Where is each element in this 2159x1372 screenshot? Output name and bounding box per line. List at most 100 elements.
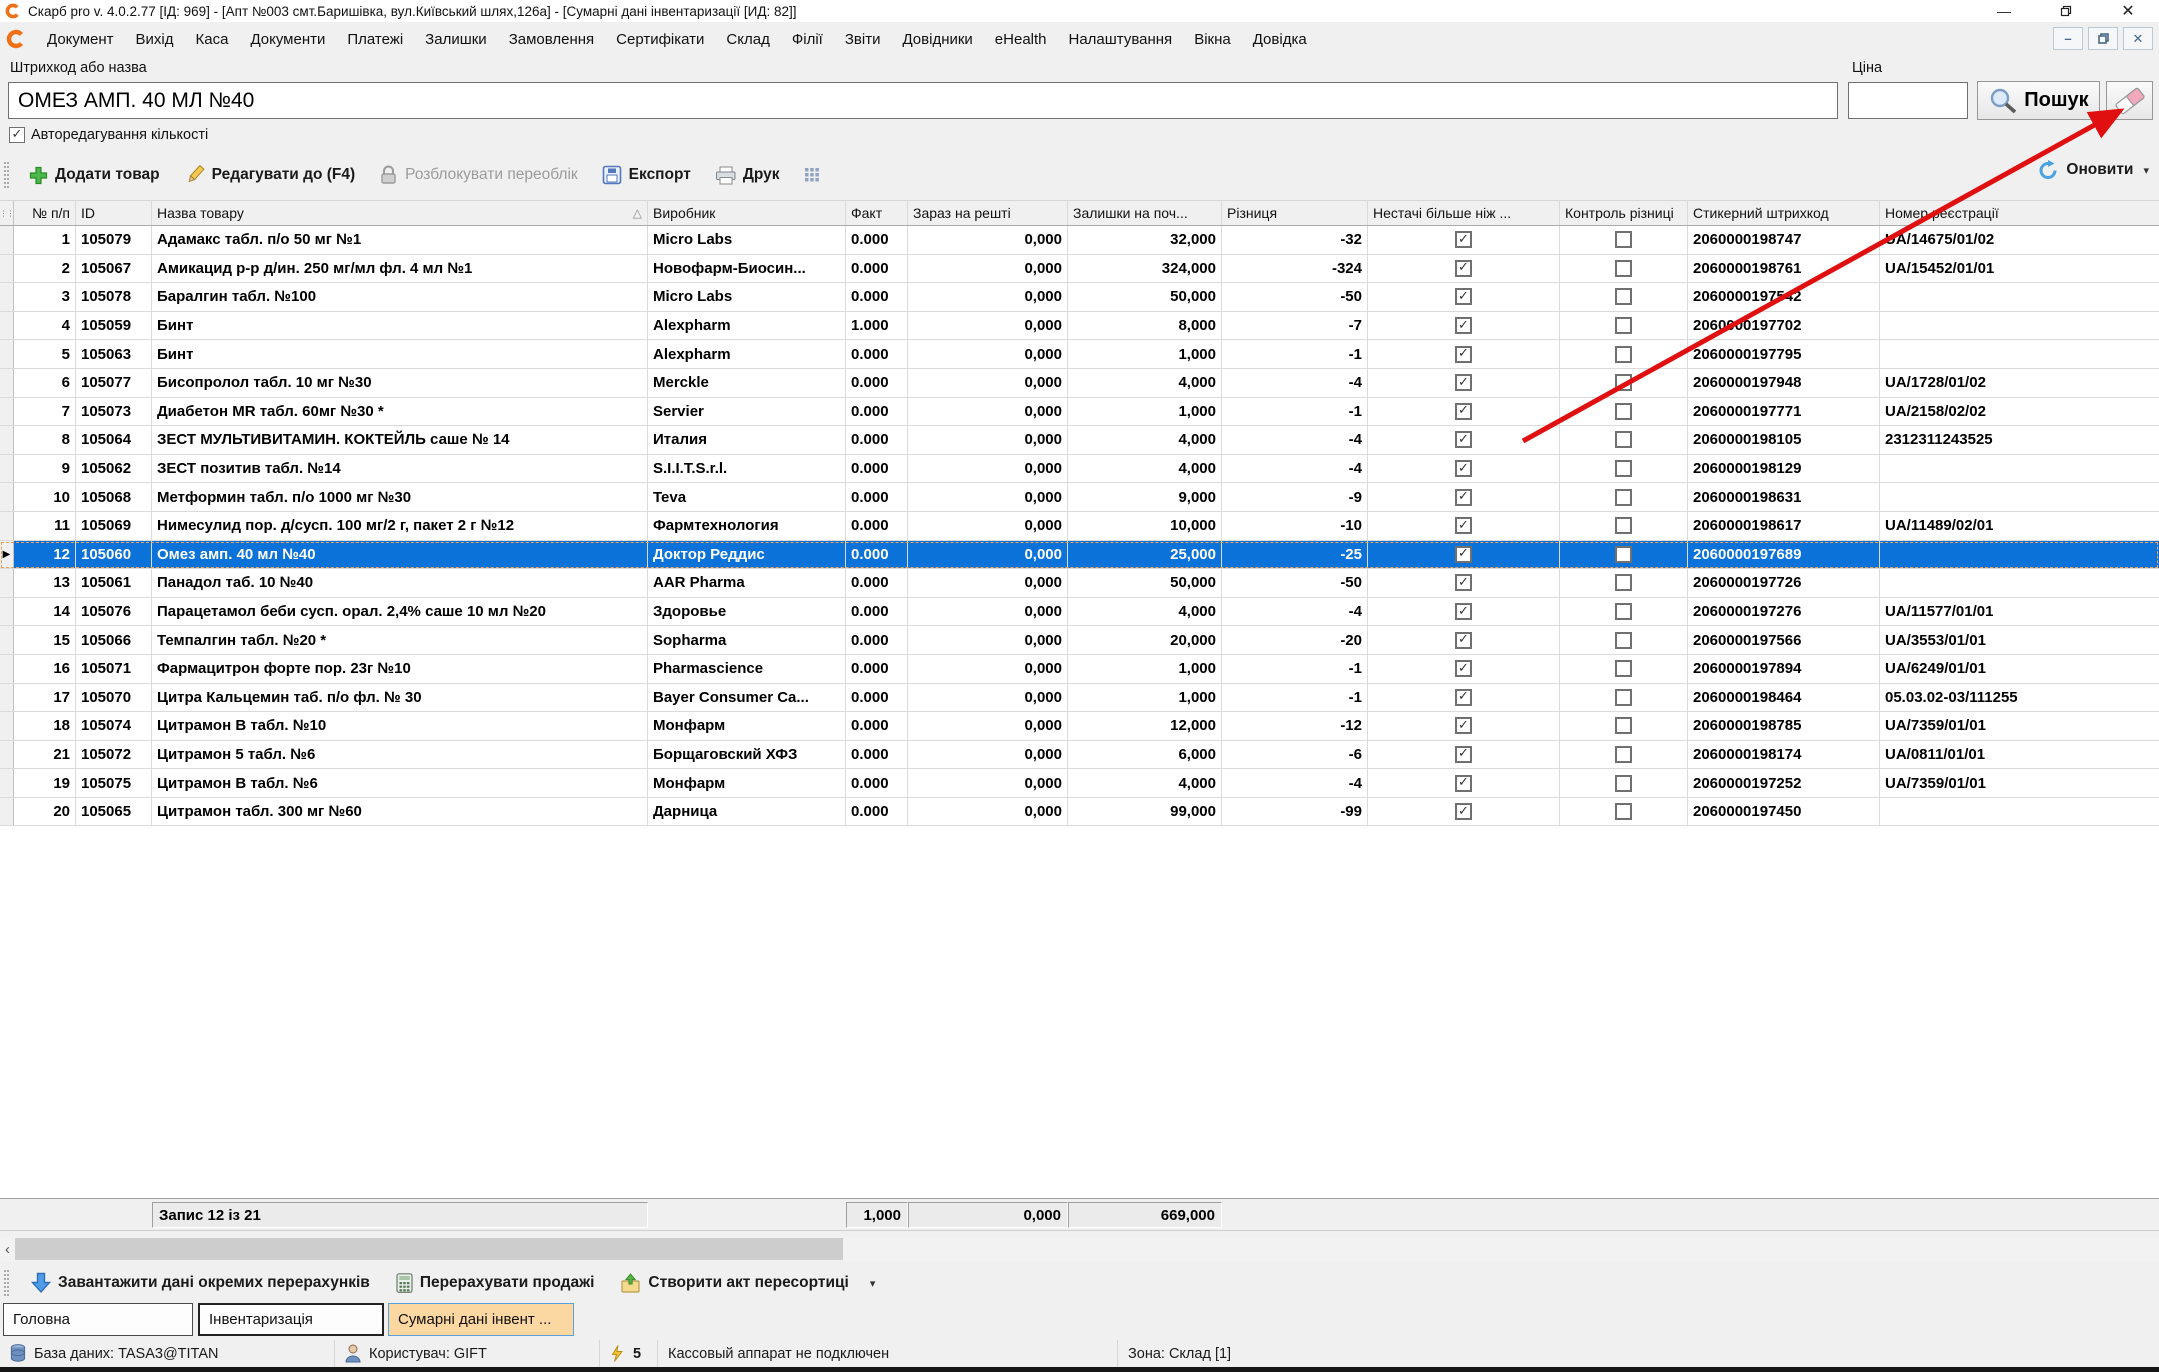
load-recounts-button[interactable]: Завантажити дані окремих перерахунків — [23, 1267, 378, 1299]
print-button[interactable]: Друк — [707, 161, 788, 190]
shortage-checkbox[interactable] — [1455, 431, 1472, 448]
mdi-close-icon[interactable]: ✕ — [2123, 27, 2153, 50]
table-row[interactable]: 18105074Цитрамон В табл. №10Монфарм0.000… — [0, 712, 2159, 741]
scrollbar-thumb[interactable] — [15, 1238, 843, 1260]
control-checkbox[interactable] — [1615, 517, 1632, 534]
control-checkbox[interactable] — [1615, 403, 1632, 420]
menu-item[interactable]: Залишки — [414, 27, 498, 52]
col-header-id[interactable]: ID — [76, 201, 152, 225]
table-row[interactable]: 13105061Панадол таб. 10 №40AAR Pharma0.0… — [0, 569, 2159, 598]
table-row[interactable]: 17105070Цитра Кальцемин таб. п/о фл. № 3… — [0, 684, 2159, 713]
scroll-left-icon[interactable]: ‹ — [0, 1237, 15, 1261]
checkbox-icon[interactable] — [9, 127, 25, 143]
shortage-checkbox[interactable] — [1455, 746, 1472, 763]
control-checkbox[interactable] — [1615, 689, 1632, 706]
refresh-button[interactable]: Оновити ▾ — [2037, 160, 2149, 180]
col-header-sticker[interactable]: Стикерний штрихкод — [1688, 201, 1880, 225]
menu-item[interactable]: Звіти — [834, 27, 892, 52]
col-header-shortage[interactable]: Нестачі більше ніж ... — [1368, 201, 1560, 225]
minimize-icon[interactable]: — — [1973, 0, 2035, 22]
auto-edit-checkbox[interactable]: Авторедагування кількості — [9, 127, 208, 143]
price-input[interactable] — [1848, 82, 1968, 119]
control-checkbox[interactable] — [1615, 717, 1632, 734]
control-checkbox[interactable] — [1615, 746, 1632, 763]
shortage-checkbox[interactable] — [1455, 603, 1472, 620]
control-checkbox[interactable] — [1615, 803, 1632, 820]
shortage-checkbox[interactable] — [1455, 517, 1472, 534]
table-row[interactable]: 10105068Метформин табл. п/о 1000 мг №30T… — [0, 483, 2159, 512]
table-row[interactable]: 7105073Диабетон MR табл. 60мг №30 *Servi… — [0, 398, 2159, 427]
control-checkbox[interactable] — [1615, 574, 1632, 591]
col-header-num[interactable]: № п/п — [14, 201, 76, 225]
table-row[interactable]: 5105063БинтAlexpharm0.0000,0001,000-1206… — [0, 340, 2159, 369]
menu-item[interactable]: eHealth — [984, 27, 1058, 52]
col-header-manufacturer[interactable]: Виробник — [648, 201, 846, 225]
create-resort-act-button[interactable]: Створити акт пересортиці — [612, 1268, 856, 1299]
edit-button[interactable]: Редагувати до (F4) — [176, 160, 364, 190]
control-checkbox[interactable] — [1615, 546, 1632, 563]
control-checkbox[interactable] — [1615, 288, 1632, 305]
table-row[interactable]: 20105065Цитрамон табл. 300 мг №60Дарница… — [0, 798, 2159, 827]
table-row[interactable]: 8105064ЗЕСТ МУЛЬТИВИТАМИН. КОКТЕЙЛЬ саше… — [0, 426, 2159, 455]
control-checkbox[interactable] — [1615, 460, 1632, 477]
table-row[interactable]: ▶12105060Омез амп. 40 мл №40Доктор Редди… — [0, 541, 2159, 570]
toolbar-grip[interactable] — [4, 162, 9, 188]
shortage-checkbox[interactable] — [1455, 660, 1472, 677]
control-checkbox[interactable] — [1615, 775, 1632, 792]
control-checkbox[interactable] — [1615, 489, 1632, 506]
mdi-restore-icon[interactable] — [2088, 27, 2118, 50]
menu-item[interactable]: Платежі — [336, 27, 414, 52]
export-button[interactable]: Експорт — [594, 160, 699, 190]
recalc-sales-button[interactable]: Перерахувати продажі — [388, 1268, 603, 1298]
shortage-checkbox[interactable] — [1455, 460, 1472, 477]
menu-item[interactable]: Довідники — [891, 27, 983, 52]
shortage-checkbox[interactable] — [1455, 717, 1472, 734]
table-row[interactable]: 21105072Цитрамон 5 табл. №6Борщаговский … — [0, 741, 2159, 770]
clear-search-button[interactable] — [2106, 81, 2153, 120]
menu-item[interactable]: Філії — [781, 27, 834, 52]
menu-item[interactable]: Каса — [185, 27, 240, 52]
table-row[interactable]: 2105067Амикацид р-р д/ин. 250 мг/мл фл. … — [0, 255, 2159, 284]
control-checkbox[interactable] — [1615, 346, 1632, 363]
search-button[interactable]: Пошук — [1977, 81, 2100, 120]
col-header-name[interactable]: Назва товару △ — [152, 201, 648, 225]
shortage-checkbox[interactable] — [1455, 346, 1472, 363]
refresh-dropdown-icon[interactable]: ▾ — [2143, 164, 2149, 177]
table-row[interactable]: 3105078Баралгин табл. №100Micro Labs0.00… — [0, 283, 2159, 312]
shortage-checkbox[interactable] — [1455, 317, 1472, 334]
shortage-checkbox[interactable] — [1455, 775, 1472, 792]
bottom-toolbar-grip[interactable] — [4, 1270, 9, 1296]
menu-item[interactable]: Документ — [36, 27, 125, 52]
col-header-start[interactable]: Залишки на поч... — [1068, 201, 1222, 225]
table-row[interactable]: 6105077Бисопролол табл. 10 мг №30Merckle… — [0, 369, 2159, 398]
control-checkbox[interactable] — [1615, 660, 1632, 677]
shortage-checkbox[interactable] — [1455, 489, 1472, 506]
col-header-control[interactable]: Контроль різниці — [1560, 201, 1688, 225]
columns-button[interactable] — [796, 162, 828, 189]
shortage-checkbox[interactable] — [1455, 803, 1472, 820]
mdi-minimize-icon[interactable]: – — [2053, 27, 2083, 50]
table-row[interactable]: 11105069Нимесулид пор. д/сусп. 100 мг/2 … — [0, 512, 2159, 541]
control-checkbox[interactable] — [1615, 231, 1632, 248]
col-header-registration[interactable]: Номер реєстрації — [1880, 201, 2159, 225]
act-dropdown-icon[interactable]: ▾ — [870, 1277, 876, 1290]
shortage-checkbox[interactable] — [1455, 260, 1472, 277]
horizontal-scrollbar[interactable]: ‹ — [0, 1237, 2159, 1261]
control-checkbox[interactable] — [1615, 431, 1632, 448]
shortage-checkbox[interactable] — [1455, 288, 1472, 305]
control-checkbox[interactable] — [1615, 603, 1632, 620]
control-checkbox[interactable] — [1615, 374, 1632, 391]
control-checkbox[interactable] — [1615, 632, 1632, 649]
menu-item[interactable]: Сертифікати — [605, 27, 715, 52]
close-icon[interactable]: ✕ — [2097, 0, 2159, 22]
control-checkbox[interactable] — [1615, 317, 1632, 334]
col-header-diff[interactable]: Різниця — [1222, 201, 1368, 225]
menu-item[interactable]: Документи — [239, 27, 336, 52]
tab-summary-inventory[interactable]: Сумарні дані інвент ... — [388, 1303, 574, 1336]
menu-item[interactable]: Вихід — [125, 27, 185, 52]
add-item-button[interactable]: Додати товар — [21, 161, 168, 190]
tab-inventory[interactable]: Інвентаризація — [198, 1303, 384, 1336]
menu-item[interactable]: Склад — [715, 27, 780, 52]
table-row[interactable]: 16105071Фармацитрон форте пор. 23г №10Ph… — [0, 655, 2159, 684]
menu-item[interactable]: Довідка — [1242, 27, 1318, 52]
